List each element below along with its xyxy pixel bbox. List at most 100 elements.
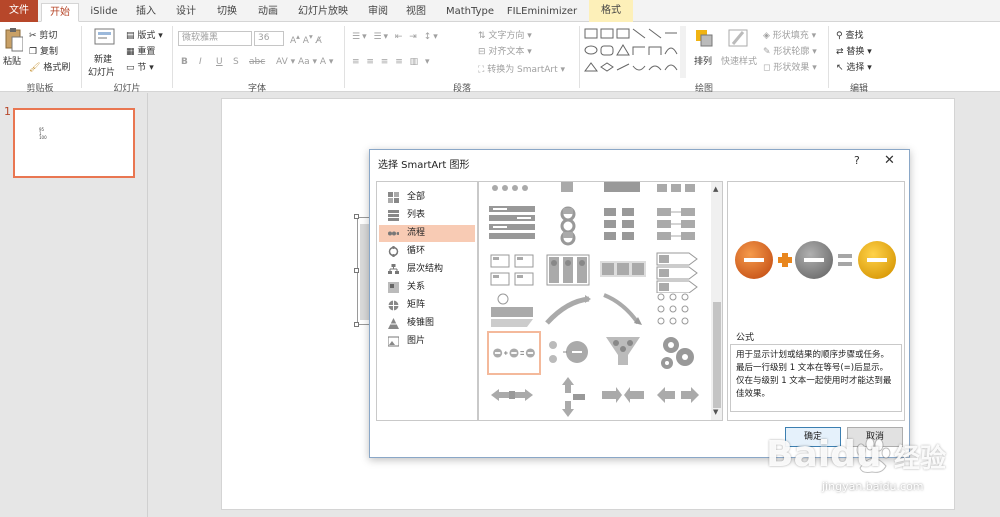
- tab-transitions[interactable]: 切换: [208, 3, 246, 22]
- layout-thumbnail[interactable]: [543, 204, 593, 248]
- new-slide-label-1[interactable]: 新建: [94, 52, 112, 65]
- layout-thumbnail[interactable]: [487, 375, 537, 419]
- layout-thumbnail[interactable]: [487, 204, 537, 248]
- layout-thumbnail[interactable]: [598, 204, 648, 248]
- layout-thumbnail[interactable]: [543, 331, 593, 375]
- shape-effects-button[interactable]: ◻ 形状效果 ▾: [763, 60, 817, 73]
- paste-icon[interactable]: [3, 27, 24, 56]
- layout-thumbnail[interactable]: [487, 289, 537, 333]
- layout-thumbnail[interactable]: [598, 375, 648, 419]
- layout-thumbnail[interactable]: [543, 289, 593, 333]
- shape-fill-button[interactable]: ◈ 形状填充 ▾: [763, 28, 816, 41]
- char-spacing-icon[interactable]: AV ▾ Aa ▾ A ▾: [276, 57, 333, 67]
- layout-button[interactable]: ▤ 版式 ▾: [126, 28, 163, 41]
- underline-button[interactable]: U: [216, 57, 223, 67]
- tab-insert[interactable]: 插入: [128, 3, 164, 22]
- layout-thumbnail[interactable]: [598, 249, 648, 293]
- category-cycle[interactable]: 循环: [379, 243, 475, 260]
- category-hierarchy[interactable]: 层次结构: [379, 261, 475, 278]
- tab-design[interactable]: 设计: [168, 3, 204, 22]
- layout-thumbnail[interactable]: [653, 289, 703, 333]
- quick-styles-label[interactable]: 快速样式: [721, 54, 757, 67]
- layout-thumbnail[interactable]: [543, 375, 593, 419]
- all-icon: [388, 192, 399, 203]
- copy-button[interactable]: ❐ 复制: [29, 44, 58, 57]
- cut-button[interactable]: ✂ 剪切: [29, 28, 57, 41]
- select-button[interactable]: ↖ 选择 ▾: [836, 60, 872, 73]
- layout-thumbnail[interactable]: [653, 249, 703, 293]
- tab-islide[interactable]: iSlide: [84, 3, 124, 22]
- category-label: 全部: [407, 192, 426, 202]
- tab-format[interactable]: 格式: [589, 0, 633, 22]
- category-process[interactable]: 流程: [379, 225, 475, 242]
- gallery-scrollbar[interactable]: ▲ ▼: [711, 182, 722, 420]
- category-pyramid[interactable]: 棱锥图: [379, 315, 475, 332]
- resize-handle[interactable]: [354, 322, 359, 327]
- cycle-icon: [388, 246, 399, 257]
- layout-thumbnail[interactable]: [653, 204, 703, 248]
- font-name-combo[interactable]: 微软雅黑: [178, 31, 252, 46]
- shape-outline-button[interactable]: ✎ 形状轮廓 ▾: [763, 44, 817, 57]
- category-matrix[interactable]: 矩阵: [379, 297, 475, 314]
- new-slide-icon[interactable]: [94, 27, 116, 50]
- resize-handle[interactable]: [354, 268, 359, 273]
- layout-thumbnail[interactable]: [598, 289, 648, 333]
- layout-thumbnail[interactable]: [653, 375, 703, 419]
- find-button[interactable]: ⚲ 查找: [836, 28, 863, 41]
- convert-smartart-button[interactable]: ⛶ 转换为 SmartArt ▾: [478, 62, 565, 75]
- close-button[interactable]: ✕: [884, 153, 895, 168]
- align-text-button[interactable]: ⊟ 对齐文本 ▾: [478, 44, 532, 57]
- category-list-item[interactable]: 列表: [379, 207, 475, 224]
- tab-review[interactable]: 审阅: [360, 3, 396, 22]
- list-buttons-icon[interactable]: ☰▾ ☰▾ ⇤ ⇥ ↕▾: [352, 32, 440, 42]
- ribbon: 粘贴 ✂ 剪切 ❐ 复制 🖌 格式刷 剪贴板 新建 幻灯片 ▤ 版式 ▾ ▦ 重…: [0, 22, 1000, 94]
- layout-thumbnail[interactable]: [598, 331, 648, 375]
- matrix-icon: [388, 300, 399, 311]
- resize-handle[interactable]: [354, 214, 359, 219]
- tab-animations[interactable]: 动画: [250, 3, 286, 22]
- shadow-button[interactable]: S: [233, 57, 239, 67]
- scroll-down-icon[interactable]: ▼: [713, 408, 718, 416]
- category-label: 矩阵: [407, 300, 426, 310]
- layout-thumbnail[interactable]: [543, 249, 593, 293]
- new-slide-label-2[interactable]: 幻灯片: [88, 65, 115, 78]
- grow-font-icon[interactable]: A▴ A▾ A̸: [290, 32, 322, 46]
- reset-button[interactable]: ▦ 重置: [126, 44, 155, 57]
- reset-label: 重置: [137, 47, 156, 57]
- tab-home[interactable]: 开始: [41, 3, 79, 22]
- layout-thumbnail[interactable]: [487, 249, 537, 293]
- align-buttons-icon[interactable]: ≡ ≡ ≡ ≡ ▥ ▾: [352, 57, 432, 67]
- category-all[interactable]: 全部: [379, 189, 475, 206]
- font-size-combo[interactable]: 36: [254, 31, 284, 46]
- shape-gallery[interactable]: [582, 26, 686, 81]
- tab-file[interactable]: 文件: [0, 0, 38, 22]
- category-relationship[interactable]: 关系: [379, 279, 475, 296]
- tab-slideshow[interactable]: 幻灯片放映: [292, 3, 354, 22]
- quick-styles-icon[interactable]: [727, 28, 751, 53]
- paste-label[interactable]: 粘贴: [3, 54, 21, 67]
- tab-view[interactable]: 视图: [398, 3, 434, 22]
- paint-bucket-icon: ◈: [763, 31, 770, 41]
- replace-label: 替换: [846, 47, 865, 57]
- layout-thumbnail[interactable]: [653, 331, 703, 375]
- category-label: 循环: [407, 246, 426, 256]
- bold-button[interactable]: B: [181, 57, 188, 67]
- strikethrough-button[interactable]: abc: [249, 57, 265, 67]
- text-direction-button[interactable]: ⇅ 文字方向 ▾: [478, 28, 532, 41]
- section-button[interactable]: ▭ 节 ▾: [126, 60, 154, 73]
- help-button[interactable]: ?: [854, 154, 860, 167]
- slide-thumbnail[interactable]: 95 1 100: [13, 108, 135, 178]
- tab-fileminimizer[interactable]: FILEminimizer: [505, 3, 579, 22]
- scrollbar-thumb[interactable]: [713, 302, 721, 408]
- format-painter-button[interactable]: 🖌 格式刷: [29, 60, 70, 73]
- layout-thumbnail-formula[interactable]: [487, 331, 541, 375]
- arrange-icon[interactable]: [694, 28, 714, 51]
- scroll-up-icon[interactable]: ▲: [713, 185, 718, 193]
- list-icon: [388, 210, 399, 221]
- category-picture[interactable]: 图片: [379, 333, 475, 350]
- replace-button[interactable]: ⇄ 替换 ▾: [836, 44, 872, 57]
- font-group-label: 字体: [247, 84, 266, 94]
- italic-button[interactable]: I: [199, 57, 202, 67]
- tab-mathtype[interactable]: MathType: [440, 3, 500, 22]
- arrange-label[interactable]: 排列: [694, 54, 712, 67]
